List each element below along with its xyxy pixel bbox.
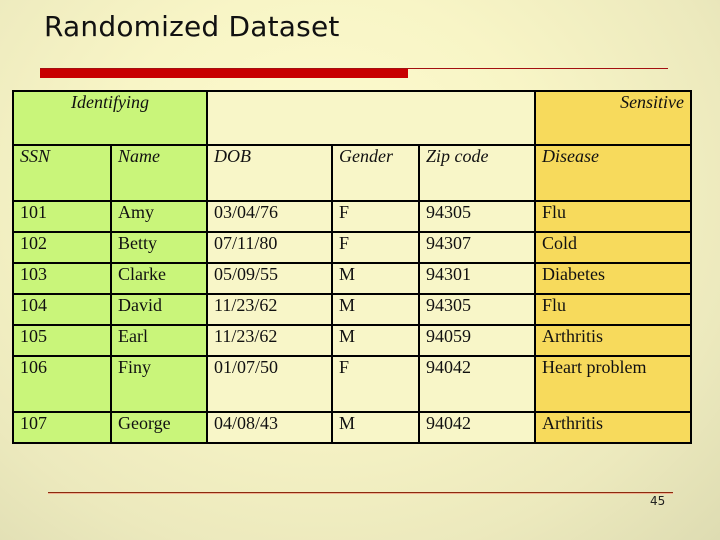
cell-name: Amy <box>109 200 209 233</box>
cell-zip: 94042 <box>418 355 537 413</box>
cell-name: Finy <box>109 355 209 413</box>
cell-name: Earl <box>109 324 209 357</box>
column-header-ssn: SSN <box>12 144 112 202</box>
cell-name: Clarke <box>109 262 209 295</box>
randomized-dataset-table: Identifying Sensitive SSN Name DOB Gende… <box>11 90 693 444</box>
cell-name: George <box>109 411 209 444</box>
cell-dob: 03/04/76 <box>206 200 334 233</box>
column-header-disease: Disease <box>534 144 693 202</box>
cell-ssn: 101 <box>12 200 112 233</box>
column-header-row: SSN Name DOB Gender Zip code Disease <box>12 144 693 202</box>
table-row: 106 Finy 01/07/50 F 94042 Heart problem <box>12 355 693 413</box>
group-header-row: Identifying Sensitive <box>11 90 693 146</box>
cell-gender: F <box>331 231 421 264</box>
cell-zip: 94059 <box>418 324 537 357</box>
cell-dob: 04/08/43 <box>206 411 334 444</box>
group-identifying: Identifying <box>11 90 209 146</box>
cell-ssn: 105 <box>12 324 112 357</box>
cell-zip: 94301 <box>418 262 537 295</box>
cell-ssn: 103 <box>12 262 112 295</box>
cell-disease: Flu <box>534 200 693 233</box>
table-row: 104 David 11/23/62 M 94305 Flu <box>12 293 693 326</box>
cell-dob: 11/23/62 <box>206 293 334 326</box>
cell-name: David <box>109 293 209 326</box>
cell-ssn: 107 <box>12 411 112 444</box>
column-header-gender: Gender <box>331 144 421 202</box>
page-number: 45 <box>650 494 666 508</box>
cell-disease: Cold <box>534 231 693 264</box>
cell-dob: 11/23/62 <box>206 324 334 357</box>
cell-disease: Diabetes <box>534 262 693 295</box>
cell-gender: M <box>331 324 421 357</box>
cell-disease: Arthritis <box>534 411 693 444</box>
column-header-zip: Zip code <box>418 144 537 202</box>
cell-disease: Flu <box>534 293 693 326</box>
cell-disease: Arthritis <box>534 324 693 357</box>
cell-zip: 94042 <box>418 411 537 444</box>
table-row: 105 Earl 11/23/62 M 94059 Arthritis <box>12 324 693 357</box>
cell-gender: F <box>331 355 421 413</box>
table-row: 101 Amy 03/04/76 F 94305 Flu <box>12 200 693 233</box>
cell-zip: 94307 <box>418 231 537 264</box>
cell-disease: Heart problem <box>534 355 693 413</box>
table-row: 103 Clarke 05/09/55 M 94301 Diabetes <box>12 262 693 295</box>
title-underline-thick <box>40 69 408 78</box>
table-row: 102 Betty 07/11/80 F 94307 Cold <box>12 231 693 264</box>
cell-name: Betty <box>109 231 209 264</box>
column-header-dob: DOB <box>206 144 334 202</box>
cell-zip: 94305 <box>418 200 537 233</box>
cell-zip: 94305 <box>418 293 537 326</box>
cell-dob: 01/07/50 <box>206 355 334 413</box>
cell-dob: 07/11/80 <box>206 231 334 264</box>
cell-dob: 05/09/55 <box>206 262 334 295</box>
cell-gender: M <box>331 411 421 444</box>
column-header-name: Name <box>109 144 209 202</box>
cell-ssn: 102 <box>12 231 112 264</box>
cell-ssn: 104 <box>12 293 112 326</box>
cell-gender: F <box>331 200 421 233</box>
cell-ssn: 106 <box>12 355 112 413</box>
group-sensitive: Sensitive <box>534 90 693 146</box>
group-quasi-identifiers <box>206 90 537 146</box>
footer-divider <box>48 492 673 493</box>
cell-gender: M <box>331 262 421 295</box>
table-row: 107 George 04/08/43 M 94042 Arthritis <box>12 411 693 444</box>
cell-gender: M <box>331 293 421 326</box>
slide-title: Randomized Dataset <box>44 10 340 43</box>
